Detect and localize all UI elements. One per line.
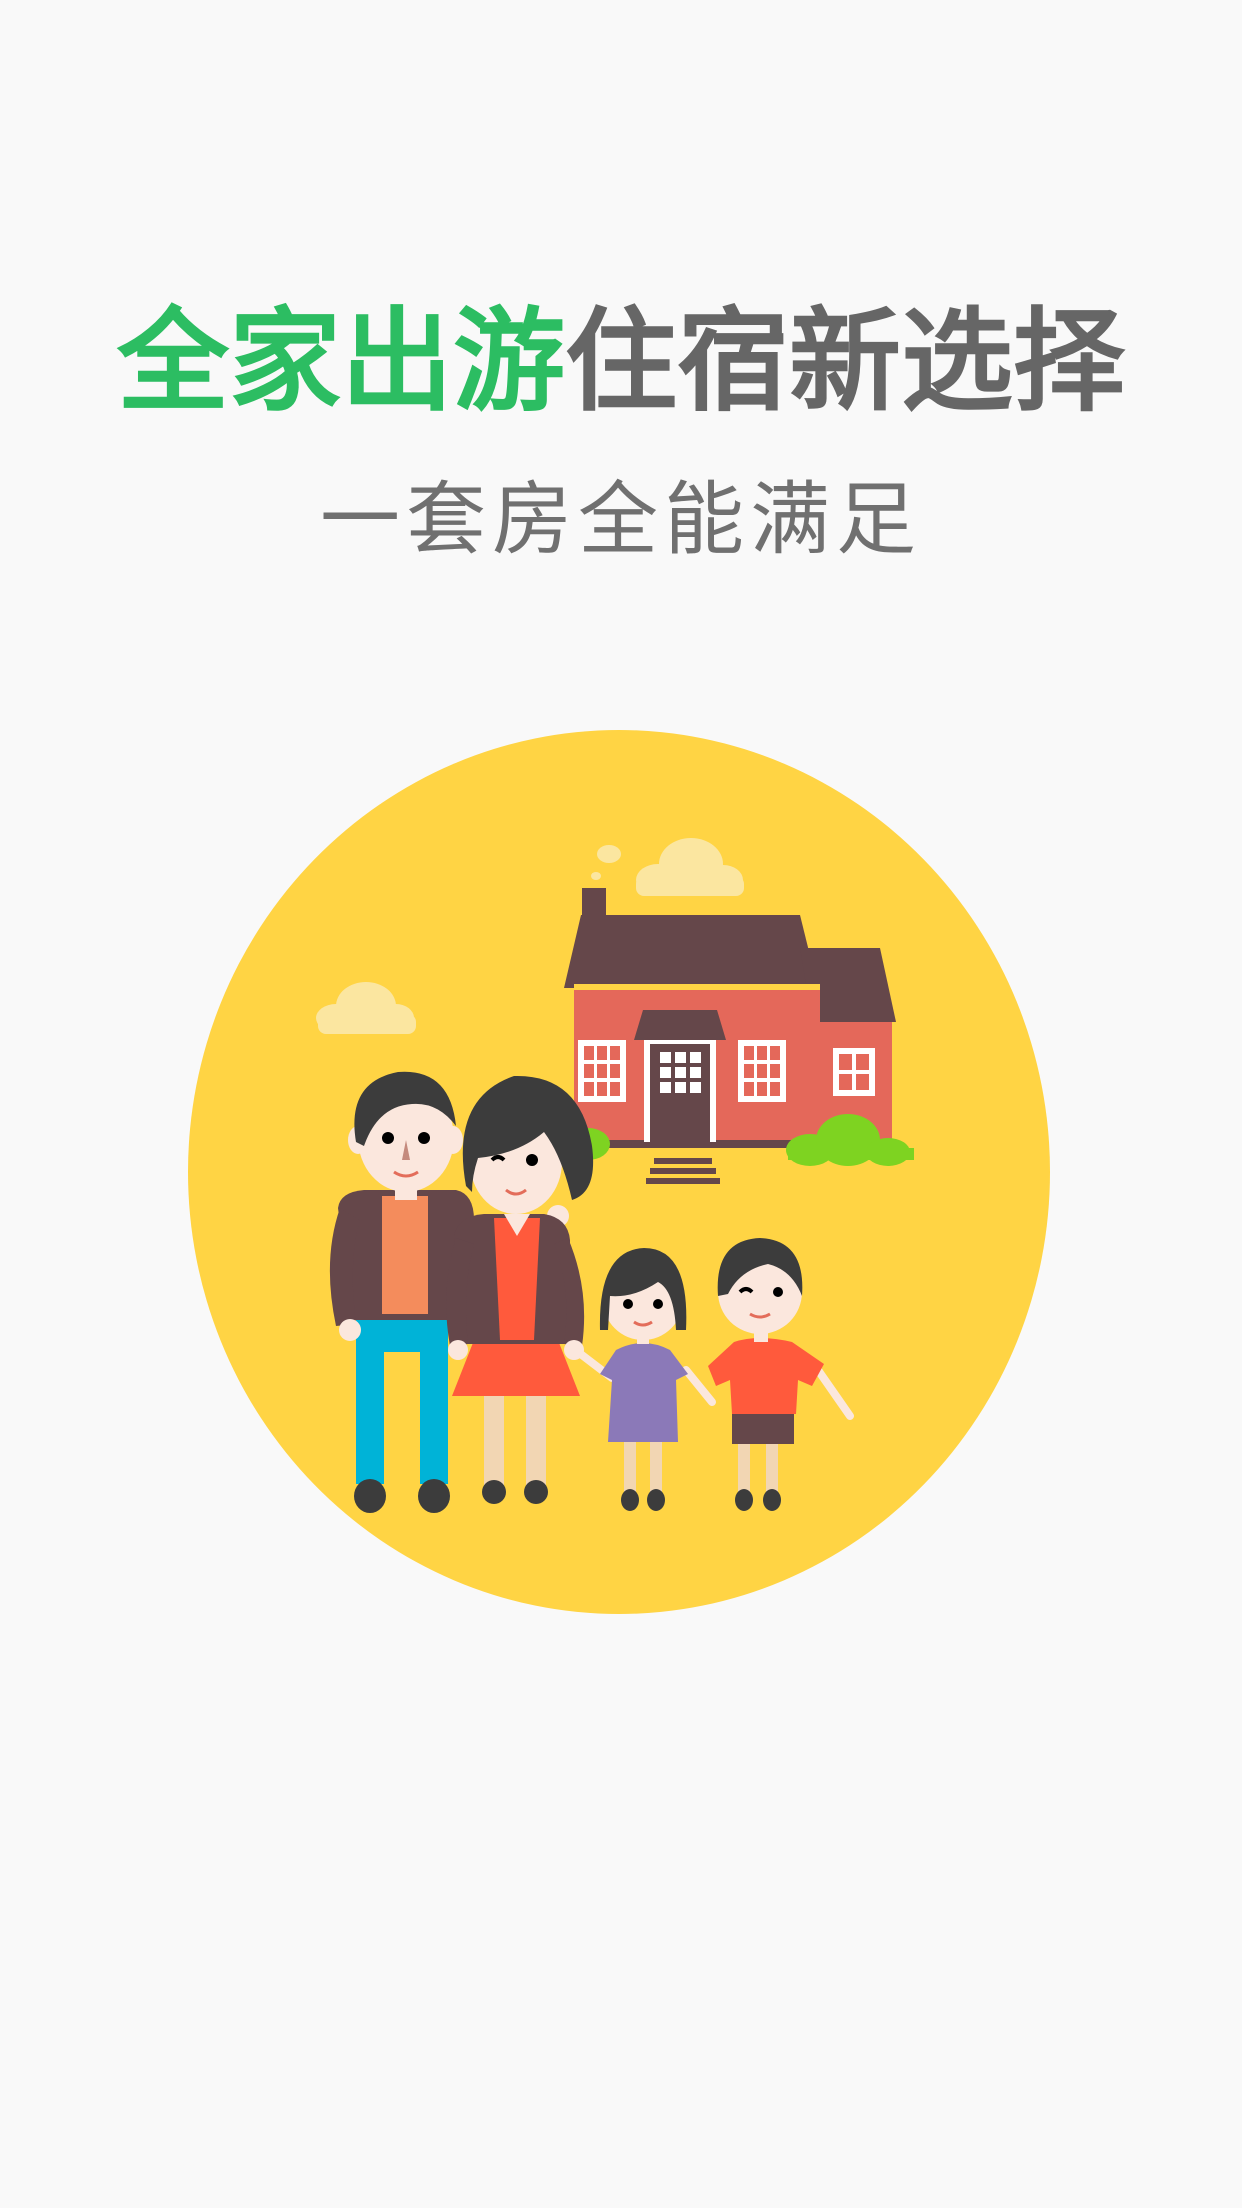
splash-screen: 全家出游住宿新选择 一套房全能满足 <box>0 0 1242 2208</box>
background-circle <box>188 730 1050 1614</box>
headline-rest: 住宿新选择 <box>565 297 1125 427</box>
headline: 全家出游住宿新选择 <box>0 292 1242 432</box>
headline-highlight: 全家出游 <box>117 297 565 427</box>
family-house-illustration <box>188 730 1050 1614</box>
subheadline: 一套房全能满足 <box>320 473 922 566</box>
